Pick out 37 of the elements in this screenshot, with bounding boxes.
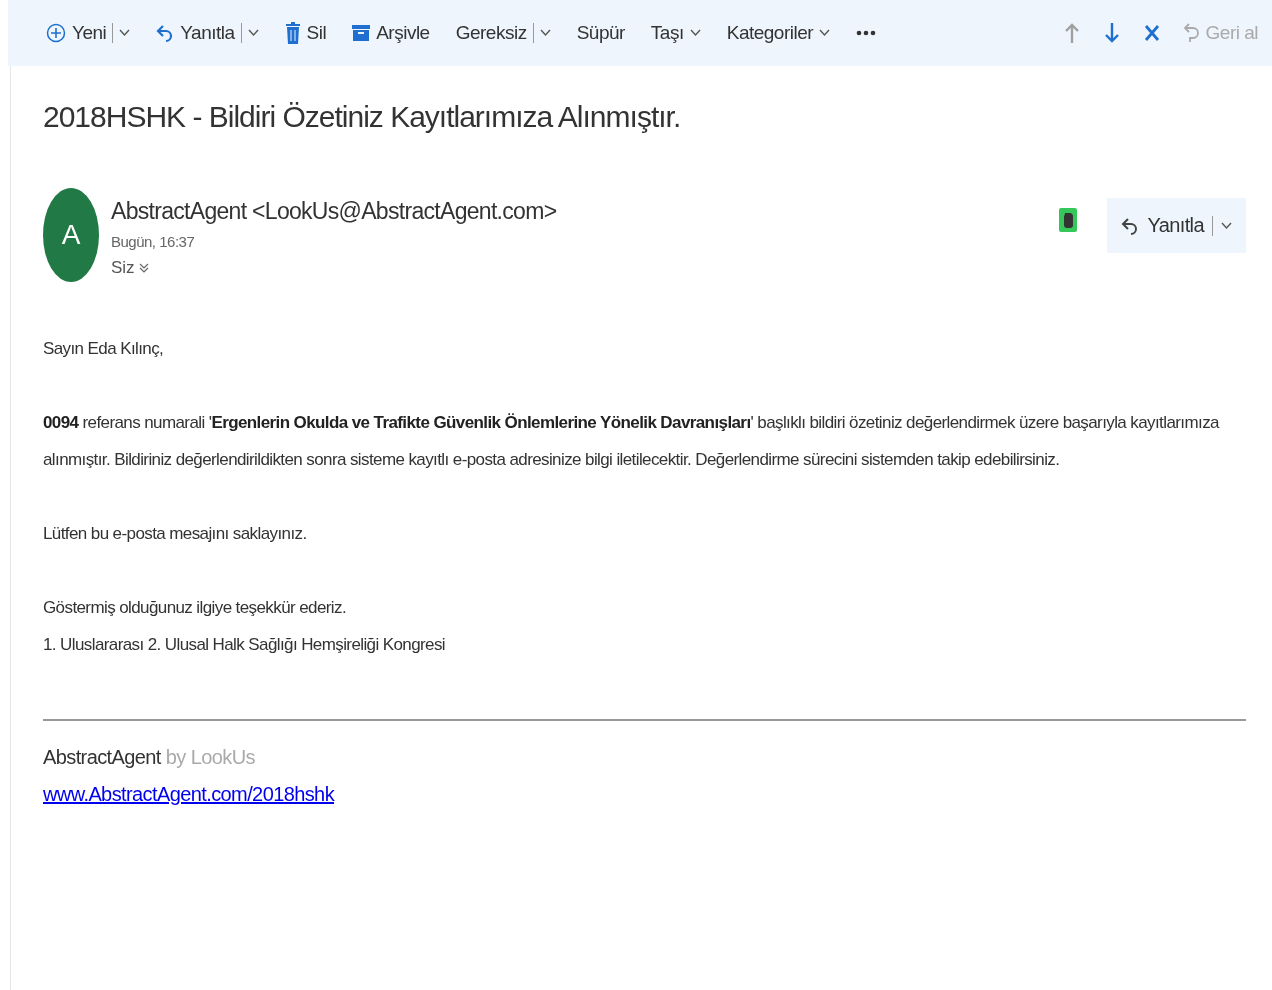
caret-icon xyxy=(247,29,259,37)
toolbar-button[interactable]: Arşivle xyxy=(352,18,430,48)
toolbar-button[interactable]: Kategoriler xyxy=(726,18,831,48)
reply-icon xyxy=(1121,215,1140,236)
trash-icon xyxy=(284,22,301,44)
body-text: 1. Uluslararası 2. Ulusal Halk Sağlığı Hemşireliği Kongresi xyxy=(43,635,446,654)
body-text: Göstermiş olduğunuz ilgiye teşekkür ederiz. xyxy=(43,598,347,617)
plus-icon xyxy=(46,23,66,43)
sender-name: AbstractAgent <LookUs@AbstractAgent.com> xyxy=(111,198,558,225)
caret-icon xyxy=(119,29,131,37)
toolbar-button[interactable]: Süpür xyxy=(576,18,625,48)
caret-icon xyxy=(1221,221,1232,230)
down-arrow-icon[interactable] xyxy=(1103,22,1120,44)
subject-title: 2018HSHK - Bildiri Özetiniz Kayıtlarımıza Alınmıştır. xyxy=(43,100,682,134)
expand-icon[interactable] xyxy=(138,262,149,274)
toolbar-button[interactable]: Yeni xyxy=(46,18,131,48)
body-text: Sayın Eda Kılınç, xyxy=(43,339,164,358)
more-icon[interactable] xyxy=(856,30,877,36)
toolbar-button[interactable]: Taşı xyxy=(650,18,701,48)
body-text: 0094 referans numarali 'Ergenlerin Okulda ve Trafikte Güvenlik Önlemlerine Yönelik Davranışları' başlıklı bildiri özetiniz değerlendirmek üzere başarıyla kayıtlarımıza alınmıştır. Bildiriniz değerlendirildikten sonra sisteme kayıtlı e-posta adresinize bilgi iletilecektir. Değerlendirme sürecini sistemden takip edebilirsiniz. xyxy=(43,413,1219,469)
avatar: A xyxy=(43,188,99,282)
archive-icon xyxy=(352,24,371,42)
sent-time: Bugün, 16:37 xyxy=(111,233,196,250)
undo-icon xyxy=(1183,22,1200,44)
toolbar-button[interactable]: Gereksiz xyxy=(455,18,551,48)
close-icon[interactable] xyxy=(1143,24,1160,42)
signature-line: AbstractAgent by LookUs xyxy=(43,745,255,770)
caret-icon xyxy=(819,29,831,37)
reply-button[interactable]: Yanıtla xyxy=(1107,198,1246,253)
body-text: Lütfen bu e-posta mesajını saklayınız. xyxy=(43,524,307,543)
caret-icon xyxy=(539,29,551,37)
caret-icon xyxy=(689,29,701,37)
signature-link[interactable]: www.AbstractAgent.com/2018hshk xyxy=(43,776,335,813)
reply-icon xyxy=(156,23,175,43)
toolbar-button[interactable]: Sil xyxy=(284,18,327,48)
recipient-label: Siz xyxy=(111,258,135,278)
toolbar-button[interactable]: Yanıtla xyxy=(156,18,259,48)
